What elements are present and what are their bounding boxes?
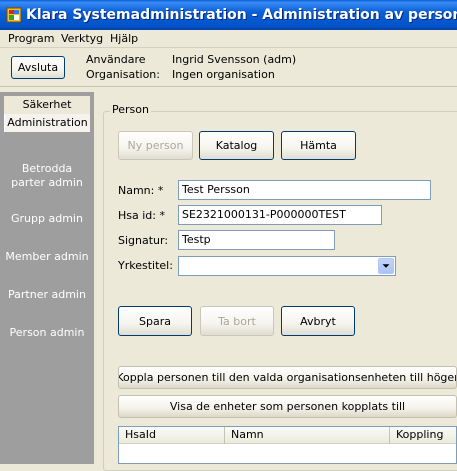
- tab-sakerhet[interactable]: Säkerhet: [4, 96, 90, 114]
- save-button[interactable]: Spara: [118, 306, 192, 336]
- app-icon: [6, 7, 22, 23]
- person-group-title: Person: [110, 103, 151, 116]
- hsa-id-field[interactable]: SE2321000131-P000000TEST: [178, 205, 382, 225]
- sidebar-item-member-admin[interactable]: Member admin: [4, 250, 90, 264]
- column-namn[interactable]: Namn: [225, 427, 390, 444]
- sidebar-item-partner-admin[interactable]: Partner admin: [4, 288, 90, 302]
- window-title: Klara Systemadministration - Administrat…: [26, 7, 457, 23]
- menu-program[interactable]: Program: [8, 32, 54, 45]
- link-person-button[interactable]: Koppla personen till den valda organisat…: [118, 366, 457, 389]
- show-units-button[interactable]: Visa de enheter som personen kopplats ti…: [118, 395, 457, 418]
- quit-button[interactable]: Avsluta: [11, 56, 65, 79]
- cancel-button[interactable]: Avbryt: [281, 306, 355, 336]
- job-title-select[interactable]: [178, 256, 396, 276]
- delete-button[interactable]: Ta bort: [200, 306, 274, 336]
- units-grid[interactable]: HsaId Namn Koppling: [118, 426, 457, 464]
- menu-verktyg[interactable]: Verktyg: [61, 32, 103, 45]
- user-label: Användare: [86, 53, 146, 66]
- sidebar-item-person-admin[interactable]: Person admin: [4, 326, 90, 340]
- hsa-id-label: Hsa id: *: [118, 209, 165, 222]
- menu-hjalp[interactable]: Hjälp: [110, 32, 138, 45]
- job-title-label: Yrkestitel:: [118, 259, 173, 272]
- column-hsaid[interactable]: HsaId: [119, 427, 225, 444]
- sidebar: Säkerhet Administration Betrodda parter …: [0, 92, 94, 464]
- signature-field[interactable]: Testp: [178, 230, 335, 250]
- chevron-down-icon: [382, 264, 390, 268]
- user-value: Ingrid Svensson (adm): [172, 53, 297, 66]
- title-bar: Klara Systemadministration - Administrat…: [0, 0, 457, 30]
- grid-header: HsaId Namn Koppling: [119, 427, 456, 444]
- signature-label: Signatur:: [118, 234, 169, 247]
- name-field[interactable]: Test Persson: [178, 180, 431, 200]
- new-person-button[interactable]: Ny person: [118, 131, 193, 160]
- organisation-value: Ingen organisation: [172, 68, 275, 81]
- sidebar-item-grupp-admin[interactable]: Grupp admin: [4, 212, 90, 226]
- menu-bar: Program Verktyg Hjälp: [0, 30, 457, 48]
- column-koppling[interactable]: Koppling: [390, 427, 457, 444]
- catalog-button[interactable]: Katalog: [199, 131, 274, 160]
- tab-administration[interactable]: Administration: [4, 114, 90, 132]
- info-bar: Avsluta Användare Ingrid Svensson (adm) …: [0, 49, 457, 87]
- sidebar-item-betrodda-parter-admin[interactable]: Betrodda parter admin: [4, 162, 90, 190]
- fetch-button[interactable]: Hämta: [281, 131, 356, 160]
- name-label: Namn: *: [118, 184, 164, 197]
- dropdown-button[interactable]: [378, 258, 394, 274]
- organisation-label: Organisation:: [86, 68, 160, 81]
